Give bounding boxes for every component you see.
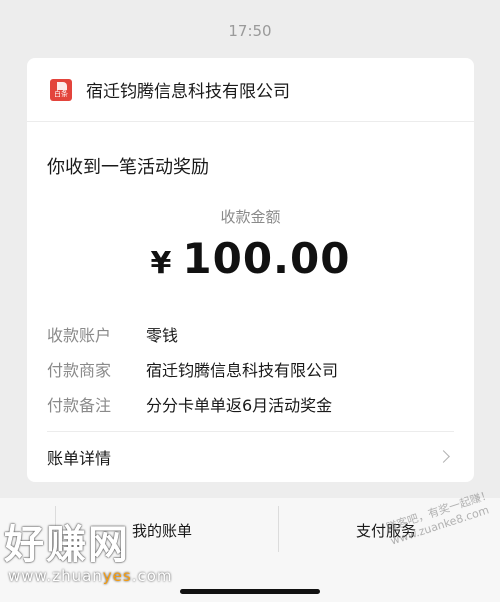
merchant-logo-icon: 白条 <box>50 78 72 101</box>
currency-symbol: ¥ <box>150 246 173 281</box>
row-key: 收款账户 <box>47 325 112 345</box>
row-value: 零钱 <box>146 325 179 345</box>
bill-detail-link[interactable]: 账单详情 <box>27 432 474 482</box>
row-value: 宿迁钧腾信息科技有限公司 <box>146 360 339 380</box>
status-time: 17:50 <box>228 22 272 40</box>
menu-separator <box>278 506 279 552</box>
detail-row-merchant: 付款商家 宿迁钧腾信息科技有限公司 <box>47 351 338 386</box>
amount-value: ¥100.00 <box>27 234 474 283</box>
row-key: 付款备注 <box>47 395 112 415</box>
merchant-name: 宿迁钧腾信息科技有限公司 <box>86 82 290 102</box>
payment-notification-card: 白条 宿迁钧腾信息科技有限公司 你收到一笔活动奖励 收款金额 ¥100.00 收… <box>27 58 474 482</box>
row-value: 分分卡单单返6月活动奖金 <box>146 395 333 415</box>
detail-rows: 收款账户 零钱 付款商家 宿迁钧腾信息科技有限公司 付款备注 分分卡单单返6月活… <box>47 316 338 421</box>
bill-detail-label: 账单详情 <box>47 449 112 468</box>
watermark-url-highlight: yes <box>102 567 132 585</box>
watermark-url: www.zhuanyes.com <box>8 567 173 585</box>
card-header[interactable]: 白条 宿迁钧腾信息科技有限公司 <box>27 58 474 122</box>
watermark-url-prefix: www.zhuan <box>8 567 103 585</box>
amount-label: 收款金额 <box>220 208 281 226</box>
detail-row-remark: 付款备注 分分卡单单返6月活动奖金 <box>47 386 338 421</box>
row-key: 付款商家 <box>47 360 112 380</box>
amount-number: 100.00 <box>182 234 351 283</box>
notification-title: 你收到一笔活动奖励 <box>47 157 209 178</box>
home-indicator <box>180 589 320 594</box>
detail-row-account: 收款账户 零钱 <box>47 316 338 351</box>
my-bills-tab[interactable]: 我的账单 <box>132 520 192 541</box>
chevron-right-icon <box>437 450 450 463</box>
watermark-url-suffix: .com <box>131 567 173 585</box>
watermark-logo: 好赚网 <box>4 522 130 568</box>
